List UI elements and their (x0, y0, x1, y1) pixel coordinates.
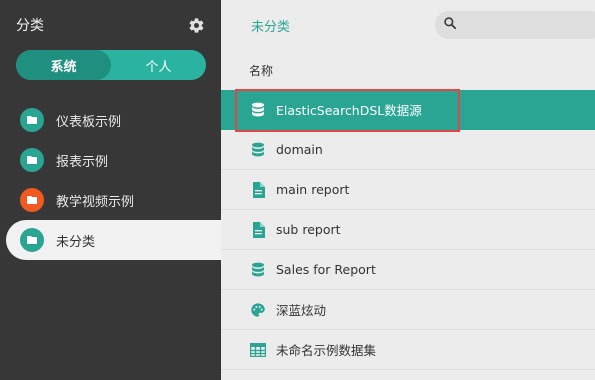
list-item[interactable]: Sales for Report (221, 250, 595, 290)
item-label: 未命名示例数据集 (276, 343, 377, 358)
list-item[interactable]: 深蓝炫动 (221, 290, 595, 330)
category-list: 仪表板示例 报表示例 教学视频示例 未分类 (0, 100, 221, 260)
item-label: Sales for Report (276, 262, 376, 277)
category-label: 报表示例 (56, 154, 109, 170)
table-grid-icon (249, 341, 267, 359)
item-label: ElasticSearchDSL数据源 (276, 103, 422, 118)
list-item[interactable]: ElasticSearchDSL数据源 (221, 90, 595, 130)
folder-icon (20, 148, 44, 172)
list-item[interactable]: domain (221, 130, 595, 170)
report-file-icon (249, 221, 267, 239)
sidebar-header: 分类 (16, 14, 205, 36)
item-label: domain (276, 142, 323, 157)
folder-icon (20, 228, 44, 252)
category-item-report-examples[interactable]: 报表示例 (0, 140, 221, 180)
search-input[interactable] (463, 18, 583, 32)
item-label: sub report (276, 222, 341, 237)
column-header-name: 名称 (249, 64, 274, 78)
category-sidebar: 分类 系统 个人 仪表板示例 报表示例 教学视频示例 未分类 (0, 0, 221, 380)
list-item[interactable]: 未命名示例数据集 (221, 330, 595, 370)
list-item[interactable]: sub report (221, 210, 595, 250)
scope-toggle: 系统 个人 (16, 50, 206, 80)
item-label: main report (276, 182, 350, 197)
search-box (435, 11, 595, 39)
gear-icon[interactable] (187, 16, 205, 34)
category-label: 教学视频示例 (56, 194, 135, 210)
category-item-uncategorized[interactable]: 未分类 (6, 220, 221, 260)
list-item[interactable]: main report (221, 170, 595, 210)
item-label: 深蓝炫动 (276, 303, 327, 318)
breadcrumb: 未分类 (251, 20, 291, 35)
tab-system[interactable]: 系统 (16, 50, 111, 80)
palette-icon (249, 301, 267, 319)
database-icon (249, 141, 267, 159)
resource-panel: 未分类 名称 ElasticSearchDSL数据源 domain main r… (221, 0, 595, 380)
category-item-tutorial-videos[interactable]: 教学视频示例 (0, 180, 221, 220)
resource-list: ElasticSearchDSL数据源 domain main report s… (221, 90, 595, 370)
tab-personal[interactable]: 个人 (111, 50, 206, 80)
database-icon (249, 261, 267, 279)
category-label: 仪表板示例 (56, 114, 122, 130)
folder-icon (20, 188, 44, 212)
category-item-dashboard-examples[interactable]: 仪表板示例 (0, 100, 221, 140)
folder-icon (20, 108, 44, 132)
sidebar-title: 分类 (16, 18, 44, 34)
database-icon (249, 101, 267, 119)
category-label: 未分类 (56, 234, 96, 250)
search-icon[interactable] (443, 16, 457, 34)
report-file-icon (249, 181, 267, 199)
